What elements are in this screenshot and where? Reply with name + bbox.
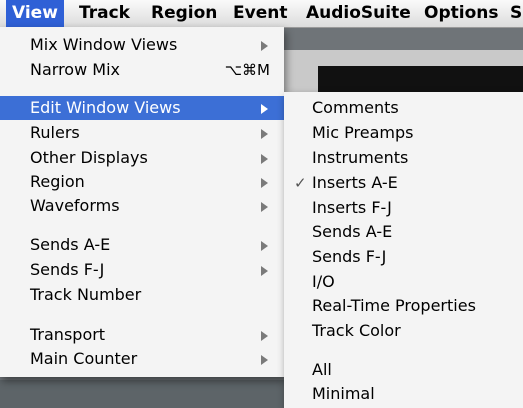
menu-item-label: Sends A-E (30, 235, 111, 254)
menubar-setup[interactable]: S (510, 0, 522, 27)
submenu-arrow-icon (261, 331, 268, 341)
submenu-item-label: Mic Preamps (312, 123, 414, 142)
menu-item-label: Other Displays (30, 148, 148, 167)
submenu-item-instruments[interactable]: Instruments (284, 146, 523, 170)
menu-item-label: Region (30, 172, 85, 191)
submenu-item-inserts-a-e[interactable]: ✓ Inserts A-E (284, 171, 523, 195)
submenu-arrow-icon (261, 129, 268, 139)
submenu-item-minimal[interactable]: Minimal (284, 382, 523, 406)
submenu-item-label: All (312, 360, 332, 379)
submenu-item-mic-preamps[interactable]: Mic Preamps (284, 121, 523, 145)
submenu-item-track-color[interactable]: Track Color (284, 319, 523, 343)
submenu-item-label: Sends F-J (312, 247, 387, 266)
menu-item-rulers[interactable]: Rulers (0, 121, 284, 145)
menu-item-label: Sends F-J (30, 260, 105, 279)
menu-item-region[interactable]: Region (0, 170, 284, 194)
submenu-item-label: Inserts F-J (312, 198, 392, 217)
menu-item-track-number[interactable]: Track Number (0, 283, 284, 307)
submenu-item-label: Inserts A-E (312, 173, 398, 192)
menu-item-other-displays[interactable]: Other Displays (0, 146, 284, 170)
menu-item-label: Narrow Mix (30, 60, 120, 79)
submenu-item-inserts-f-j[interactable]: Inserts F-J (284, 196, 523, 220)
submenu-item-all[interactable]: All (284, 358, 523, 382)
checkmark-icon: ✓ (294, 174, 307, 192)
submenu-arrow-icon (261, 241, 268, 251)
submenu-arrow-icon (261, 202, 268, 212)
submenu-item-label: I/O (312, 272, 335, 291)
submenu-item-sends-f-j[interactable]: Sends F-J (284, 245, 523, 269)
menu-item-narrow-mix[interactable]: Narrow Mix ⌥⌘M (0, 58, 284, 82)
menu-item-waveforms[interactable]: Waveforms (0, 194, 284, 218)
submenu-item-label: Instruments (312, 148, 409, 167)
submenu-item-label: Minimal (312, 384, 375, 403)
menu-item-transport[interactable]: Transport (0, 323, 284, 347)
edit-window-views-submenu: Comments Mic Preamps Instruments ✓ Inser… (284, 92, 523, 408)
submenu-item-real-time-properties[interactable]: Real-Time Properties (284, 294, 523, 318)
menu-item-label: Edit Window Views (30, 98, 181, 117)
menu-item-sends-a-e[interactable]: Sends A-E (0, 233, 284, 257)
menu-bar: View Track Region Event AudioSuite Optio… (0, 0, 523, 28)
menubar-view[interactable]: View (6, 0, 64, 27)
submenu-item-io[interactable]: I/O (284, 270, 523, 294)
submenu-arrow-icon (261, 154, 268, 164)
menu-item-sends-f-j[interactable]: Sends F-J (0, 258, 284, 282)
submenu-item-comments[interactable]: Comments (284, 96, 523, 120)
menubar-audiosuite[interactable]: AudioSuite (306, 0, 411, 27)
menu-item-label: Waveforms (30, 196, 120, 215)
submenu-item-label: Sends A-E (312, 222, 393, 241)
submenu-item-label: Track Color (312, 321, 401, 340)
submenu-arrow-icon (261, 104, 268, 114)
menu-item-label: Transport (30, 325, 106, 344)
menubar-event[interactable]: Event (233, 0, 287, 27)
menu-item-mix-window-views[interactable]: Mix Window Views (0, 33, 284, 57)
keyboard-shortcut: ⌥⌘M (224, 61, 270, 79)
view-menu: Mix Window Views Narrow Mix ⌥⌘M Edit Win… (0, 27, 284, 377)
menubar-region[interactable]: Region (151, 0, 217, 27)
menu-item-main-counter[interactable]: Main Counter (0, 347, 284, 371)
submenu-item-label: Comments (312, 98, 399, 117)
menubar-options[interactable]: Options (424, 0, 498, 27)
menu-item-label: Track Number (30, 285, 142, 304)
menu-item-label: Main Counter (30, 349, 138, 368)
menu-item-edit-window-views[interactable]: Edit Window Views (0, 96, 284, 120)
submenu-arrow-icon (261, 266, 268, 276)
submenu-arrow-icon (261, 355, 268, 365)
menubar-track[interactable]: Track (79, 0, 130, 27)
submenu-item-label: Real-Time Properties (312, 296, 476, 315)
submenu-arrow-icon (261, 178, 268, 188)
submenu-arrow-icon (261, 41, 268, 51)
menu-item-label: Mix Window Views (30, 35, 178, 54)
submenu-item-sends-a-e[interactable]: Sends A-E (284, 220, 523, 244)
menu-item-label: Rulers (30, 123, 80, 142)
